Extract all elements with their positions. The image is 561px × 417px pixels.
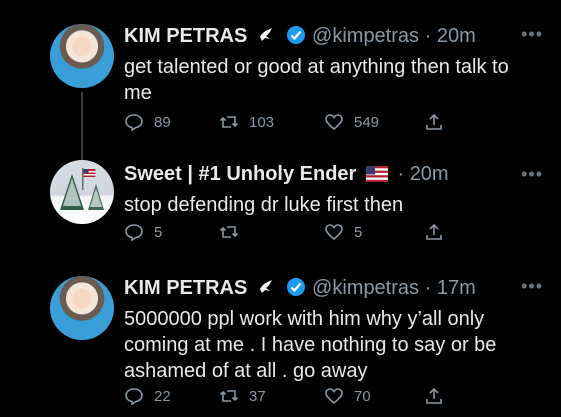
tweet-1[interactable]: KIM PETRAS @kimpetras · 20m get talented… (0, 20, 561, 174)
tweet-header: Sweet | #1 Unholy Ender · 20m (124, 162, 541, 186)
timestamp[interactable]: 17m (437, 277, 476, 299)
reply-icon (125, 114, 143, 132)
like-count: 549 (354, 113, 380, 131)
share-button[interactable] (424, 112, 454, 132)
retweet-button[interactable] (219, 222, 249, 242)
separator-dot: · (424, 25, 432, 47)
tweet-text: 5000000 ppl work with him why y’all only… (124, 308, 497, 382)
handle[interactable]: @kimpetras (312, 25, 419, 47)
tweet-3[interactable]: KIM PETRAS @kimpetras · 17m 5000000 ppl … (0, 272, 561, 417)
handle[interactable]: @kimpetras (312, 277, 419, 299)
reply-count: 22 (154, 387, 171, 405)
tweet-header: KIM PETRAS @kimpetras · 20m (124, 24, 541, 48)
heart-icon (325, 114, 343, 131)
heart-icon (325, 388, 343, 405)
reply-icon (125, 224, 143, 242)
separator-dot: · (424, 277, 432, 299)
timestamp[interactable]: 20m (437, 25, 476, 47)
retweet-button[interactable]: 37 (219, 386, 266, 406)
dove-icon (257, 277, 277, 297)
reply-count: 89 (154, 113, 171, 131)
tweet-thread: KIM PETRAS @kimpetras · 20m get talented… (0, 0, 561, 417)
reply-button[interactable]: 89 (124, 112, 171, 132)
verified-badge-icon (286, 25, 306, 45)
separator-dot: · (397, 163, 405, 185)
tweet-actions: 5 5 (124, 222, 454, 244)
share-icon (426, 223, 442, 240)
tweet-2[interactable]: Sweet | #1 Unholy Ender · 20m stop defen… (0, 160, 561, 260)
display-name[interactable]: KIM PETRAS (124, 277, 247, 299)
reply-icon (125, 388, 143, 406)
tweet-header: KIM PETRAS @kimpetras · 17m (124, 276, 541, 300)
retweet-count: 37 (249, 387, 266, 405)
avatar-kim-petras[interactable] (50, 276, 114, 340)
share-button[interactable] (424, 386, 454, 406)
share-button[interactable] (424, 222, 454, 242)
us-flag-icon (365, 164, 388, 182)
retweet-icon (219, 226, 239, 238)
more-options-icon[interactable]: ••• (521, 276, 543, 297)
reply-button[interactable]: 5 (124, 222, 162, 242)
reply-count: 5 (154, 223, 163, 241)
tweet-text: get talented or good at anything then ta… (124, 56, 509, 104)
tweet-actions: 22 37 70 (124, 386, 454, 408)
display-name[interactable]: Sweet | #1 Unholy Ender (124, 163, 356, 185)
tweet-text: stop defending dr luke first then (124, 194, 404, 216)
dove-icon (257, 25, 277, 45)
like-button[interactable]: 5 (324, 222, 362, 242)
snowy-tree-image (60, 168, 104, 210)
heart-icon (325, 224, 343, 241)
reply-button[interactable]: 22 (124, 386, 171, 406)
share-icon (426, 387, 442, 404)
display-name[interactable]: KIM PETRAS (124, 25, 247, 47)
like-count: 5 (354, 223, 363, 241)
tweet-actions: 89 103 549 (124, 112, 454, 134)
more-options-icon[interactable]: ••• (521, 164, 543, 185)
avatar-kim-petras[interactable] (50, 24, 114, 88)
avatar-sweet[interactable] (50, 160, 114, 224)
timestamp[interactable]: 20m (410, 163, 449, 185)
share-icon (426, 113, 442, 130)
retweet-count: 103 (249, 113, 275, 131)
like-button[interactable]: 70 (324, 386, 371, 406)
retweet-icon (219, 390, 239, 402)
like-button[interactable]: 549 (324, 112, 379, 132)
more-options-icon[interactable]: ••• (521, 24, 543, 45)
verified-badge-icon (286, 277, 306, 297)
retweet-button[interactable]: 103 (219, 112, 274, 132)
retweet-icon (219, 116, 239, 128)
like-count: 70 (354, 387, 371, 405)
